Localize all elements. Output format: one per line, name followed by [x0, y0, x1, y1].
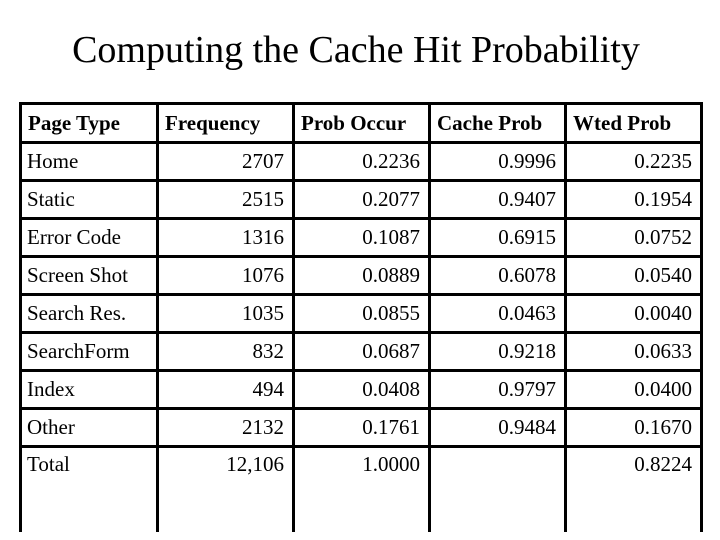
- table-row: Home 2707 0.2236 0.9996 0.2235: [19, 141, 703, 182]
- prob-occur-cell: 0.1761: [292, 407, 431, 448]
- header-prob-occur: Prob Occur: [292, 102, 431, 144]
- header-cache-prob: Cache Prob: [428, 102, 567, 144]
- wted-prob-cell: 0.1954: [564, 179, 703, 220]
- page-type-cell: SearchForm: [19, 331, 159, 372]
- prob-occur-cell: 0.0889: [292, 255, 431, 296]
- cache-prob-cell: 0.6915: [428, 217, 567, 258]
- header-row: Page Type Frequency Prob Occur Cache Pro…: [19, 102, 703, 144]
- prob-occur-cell: 0.1087: [292, 217, 431, 258]
- prob-occur-cell: 0.0408: [292, 369, 431, 410]
- wted-prob-cell: 0.1670: [564, 407, 703, 448]
- total-wted-prob: 0.8224: [564, 445, 703, 532]
- total-prob-occur: 1.0000: [292, 445, 431, 532]
- frequency-cell: 1035: [156, 293, 295, 334]
- wted-prob-cell: 0.0400: [564, 369, 703, 410]
- prob-occur-cell: 0.0855: [292, 293, 431, 334]
- frequency-cell: 832: [156, 331, 295, 372]
- cache-prob-cell: 0.9407: [428, 179, 567, 220]
- cache-prob-cell: 0.9797: [428, 369, 567, 410]
- table-row: Screen Shot 1076 0.0889 0.6078 0.0540: [19, 255, 703, 296]
- total-label: Total: [19, 445, 159, 532]
- frequency-cell: 1316: [156, 217, 295, 258]
- table-row: Static 2515 0.2077 0.9407 0.1954: [19, 179, 703, 220]
- cache-hit-table: Page Type Frequency Prob Occur Cache Pro…: [19, 102, 703, 532]
- wted-prob-cell: 0.0633: [564, 331, 703, 372]
- page-type-cell: Index: [19, 369, 159, 410]
- cache-prob-cell: 0.9218: [428, 331, 567, 372]
- table-row: Index 494 0.0408 0.9797 0.0400: [19, 369, 703, 410]
- cache-prob-cell: 0.6078: [428, 255, 567, 296]
- table-row: SearchForm 832 0.0687 0.9218 0.0633: [19, 331, 703, 372]
- total-row: Total 12,106 1.0000 0.8224: [19, 445, 703, 532]
- total-cache-prob: [428, 445, 567, 532]
- frequency-cell: 2515: [156, 179, 295, 220]
- wted-prob-cell: 0.0540: [564, 255, 703, 296]
- page-type-cell: Search Res.: [19, 293, 159, 334]
- cache-prob-cell: 0.9996: [428, 141, 567, 182]
- page-type-cell: Static: [19, 179, 159, 220]
- frequency-cell: 2132: [156, 407, 295, 448]
- frequency-cell: 2707: [156, 141, 295, 182]
- total-frequency: 12,106: [156, 445, 295, 532]
- header-page-type: Page Type: [19, 102, 159, 144]
- header-wted-prob: Wted Prob: [564, 102, 703, 144]
- page-type-cell: Home: [19, 141, 159, 182]
- cache-prob-cell: 0.9484: [428, 407, 567, 448]
- wted-prob-cell: 0.0040: [564, 293, 703, 334]
- header-frequency: Frequency: [156, 102, 295, 144]
- frequency-cell: 494: [156, 369, 295, 410]
- wted-prob-cell: 0.2235: [564, 141, 703, 182]
- frequency-cell: 1076: [156, 255, 295, 296]
- prob-occur-cell: 0.2236: [292, 141, 431, 182]
- cache-prob-cell: 0.0463: [428, 293, 567, 334]
- slide-title: Computing the Cache Hit Probability: [72, 29, 640, 71]
- prob-occur-cell: 0.2077: [292, 179, 431, 220]
- prob-occur-cell: 0.0687: [292, 331, 431, 372]
- wted-prob-cell: 0.0752: [564, 217, 703, 258]
- page-type-cell: Screen Shot: [19, 255, 159, 296]
- table-row: Search Res. 1035 0.0855 0.0463 0.0040: [19, 293, 703, 334]
- page-type-cell: Other: [19, 407, 159, 448]
- table-row: Error Code 1316 0.1087 0.6915 0.0752: [19, 217, 703, 258]
- table-row: Other 2132 0.1761 0.9484 0.1670: [19, 407, 703, 448]
- page-type-cell: Error Code: [19, 217, 159, 258]
